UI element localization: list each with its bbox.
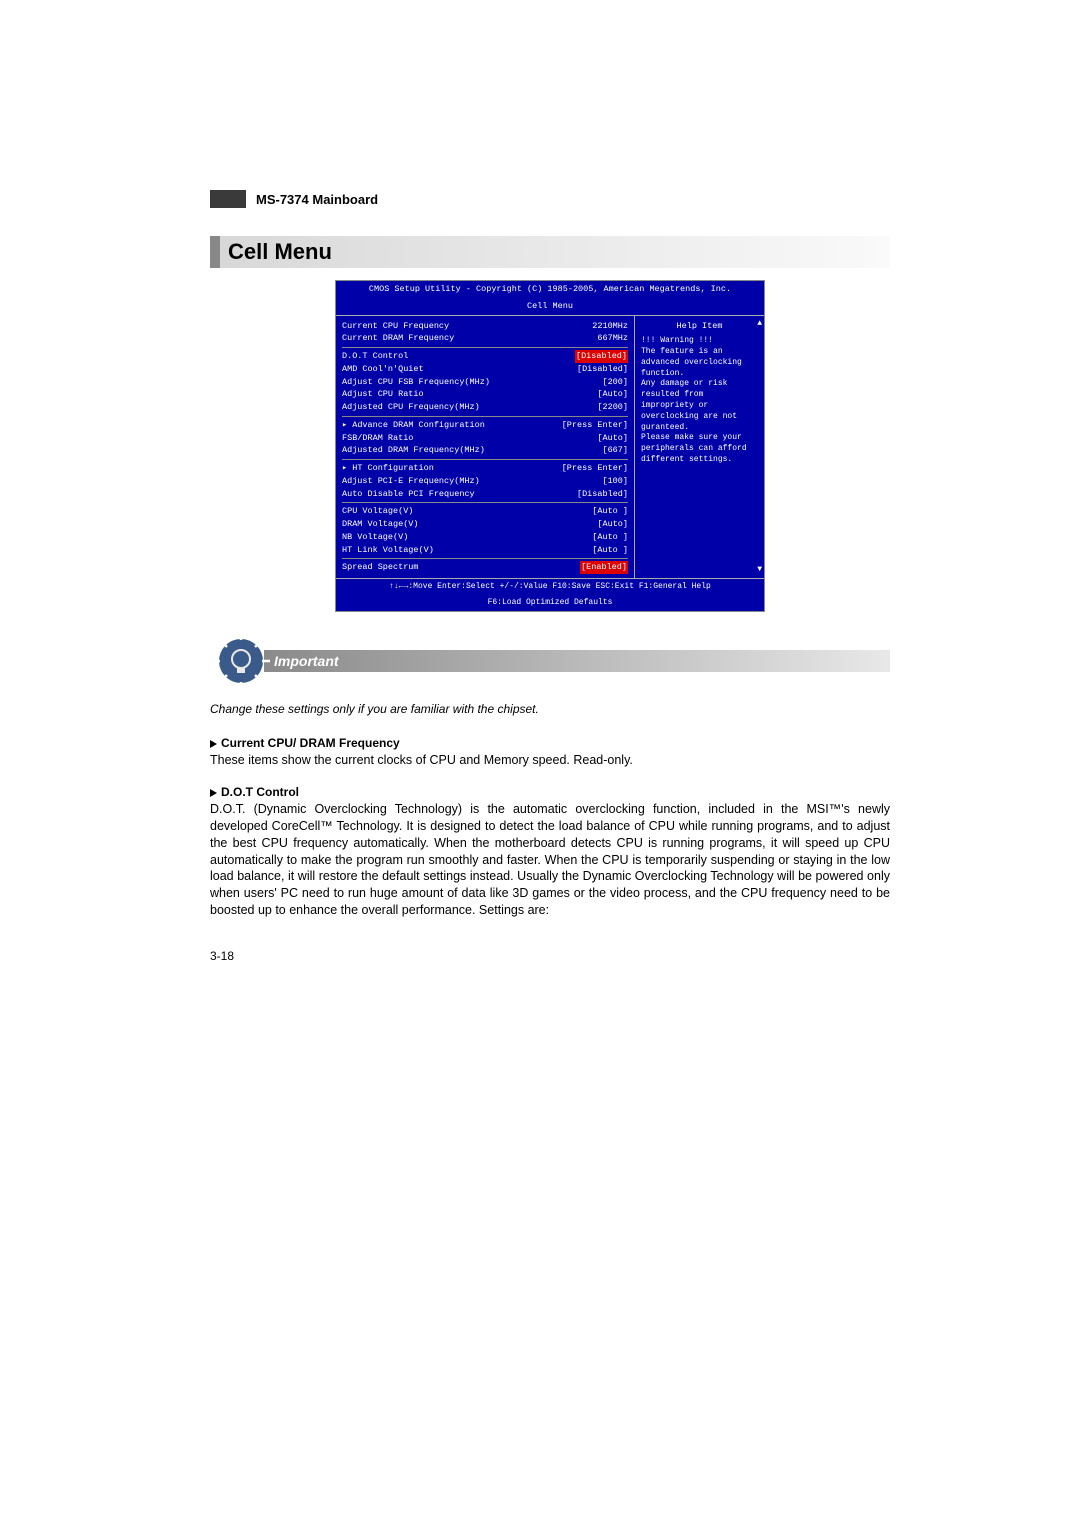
bios-setting-label: Adjust PCI-E Frequency(MHz)	[342, 475, 480, 488]
section-title: Cell Menu	[228, 239, 332, 265]
bios-left-panel: Current CPU Frequency2210MHzCurrent DRAM…	[336, 316, 634, 579]
bios-separator	[342, 558, 628, 559]
section-title-bar: Cell Menu	[220, 236, 890, 268]
bios-help-header: Help Item	[641, 320, 758, 333]
bios-setting-label: DRAM Voltage(V)	[342, 518, 419, 531]
bios-setting-row: Current CPU Frequency 2210MHz	[342, 320, 628, 333]
scroll-up-icon: ▲	[757, 318, 762, 330]
bios-setting-value: [Press Enter]	[562, 462, 628, 475]
bios-separator	[342, 416, 628, 417]
bios-setting-row: FSB/DRAM Ratio [Auto]	[342, 432, 628, 445]
bios-setting-value: 2210MHz	[592, 320, 628, 333]
bios-setting-label: ▸ Advance DRAM Configuration	[342, 419, 485, 432]
bios-setting-value: [Disabled]	[575, 350, 628, 363]
bios-setting-row: Spread Spectrum [Enabled]	[342, 561, 628, 574]
bios-separator	[342, 502, 628, 503]
bios-setting-value: [Disabled]	[577, 363, 628, 376]
bios-setting-label: Adjusted DRAM Frequency(MHz)	[342, 444, 485, 457]
bios-setting-label: HT Link Voltage(V)	[342, 544, 434, 557]
bios-setting-row: NB Voltage(V) [Auto ]	[342, 531, 628, 544]
bios-setting-label: D.O.T Control	[342, 350, 408, 363]
bios-setting-value: [667]	[602, 444, 628, 457]
item-heading: D.O.T Control	[210, 785, 890, 799]
section-title-block-icon	[210, 236, 220, 268]
bios-setting-label: AMD Cool'n'Quiet	[342, 363, 424, 376]
bios-setting-value: [Auto]	[597, 432, 628, 445]
header-bar: MS-7374 Mainboard	[210, 190, 890, 208]
bios-setting-label: Adjust CPU FSB Frequency(MHz)	[342, 376, 490, 389]
bios-setting-row: Adjusted CPU Frequency(MHz) [2200]	[342, 401, 628, 414]
bios-help-panel: ▲ Help Item !!! Warning !!!The feature i…	[634, 316, 764, 579]
bios-setting-value: [Enabled]	[580, 561, 628, 574]
item-body: D.O.T. (Dynamic Overclocking Technology)…	[210, 801, 890, 919]
bios-setting-row: ▸ Advance DRAM Configuration [Press Enter…	[342, 419, 628, 432]
bios-setting-label: Auto Disable PCI Frequency	[342, 488, 475, 501]
bios-setting-value: [Press Enter]	[562, 419, 628, 432]
bios-setting-label: FSB/DRAM Ratio	[342, 432, 413, 445]
item-heading: Current CPU/ DRAM Frequency	[210, 736, 890, 750]
bios-setting-label: Current DRAM Frequency	[342, 332, 454, 345]
bios-setting-value: [200]	[602, 376, 628, 389]
bios-setting-row: ▸ HT Configuration [Press Enter]	[342, 462, 628, 475]
bios-separator	[342, 459, 628, 460]
scroll-down-icon: ▼	[757, 564, 762, 576]
item-heading-text: D.O.T Control	[221, 785, 299, 799]
bios-setting-value: 667MHz	[597, 332, 628, 345]
bios-setting-label: NB Voltage(V)	[342, 531, 408, 544]
bios-setting-label: ▸ HT Configuration	[342, 462, 434, 475]
bios-setting-row: CPU Voltage(V) [Auto ]	[342, 505, 628, 518]
section-title-row: Cell Menu	[210, 236, 890, 268]
bios-setting-label: CPU Voltage(V)	[342, 505, 413, 518]
bios-setting-row: D.O.T Control [Disabled]	[342, 350, 628, 363]
bios-setting-value: [Auto ]	[592, 531, 628, 544]
bios-setting-row: Current DRAM Frequency 667MHz	[342, 332, 628, 345]
header-block-icon	[210, 190, 246, 208]
header-title: MS-7374 Mainboard	[256, 192, 378, 207]
bios-setting-row: AMD Cool'n'Quiet [Disabled]	[342, 363, 628, 376]
bios-setting-label: Adjusted CPU Frequency(MHz)	[342, 401, 480, 414]
bios-setting-row: Adjust PCI-E Frequency(MHz) [100]	[342, 475, 628, 488]
bios-setting-row: Adjusted DRAM Frequency(MHz) [667]	[342, 444, 628, 457]
triangle-icon	[210, 789, 217, 797]
bios-screenshot: CMOS Setup Utility - Copyright (C) 1985-…	[335, 280, 765, 612]
bios-setting-value: [Auto ]	[592, 505, 628, 518]
bios-setting-value: [100]	[602, 475, 628, 488]
bios-footer-line2: F6:Load Optimized Defaults	[336, 595, 764, 611]
bios-title-line1: CMOS Setup Utility - Copyright (C) 1985-…	[336, 281, 764, 298]
item-body: These items show the current clocks of C…	[210, 752, 890, 769]
bios-title-line2: Cell Menu	[336, 298, 764, 315]
important-note: Change these settings only if you are fa…	[210, 702, 890, 716]
bios-setting-value: [Auto]	[597, 388, 628, 401]
bios-setting-label: Adjust CPU Ratio	[342, 388, 424, 401]
bios-setting-value: [Disabled]	[577, 488, 628, 501]
bios-setting-row: DRAM Voltage(V) [Auto]	[342, 518, 628, 531]
page-number: 3-18	[210, 949, 890, 963]
bios-separator	[342, 347, 628, 348]
bios-help-text: !!! Warning !!!The feature is an advance…	[641, 336, 758, 466]
bios-setting-value: [2200]	[597, 401, 628, 414]
bios-setting-row: Auto Disable PCI Frequency [Disabled]	[342, 488, 628, 501]
important-label: Important	[274, 653, 339, 669]
important-row: Important	[210, 630, 890, 692]
bios-setting-row: Adjust CPU FSB Frequency(MHz) [200]	[342, 376, 628, 389]
item-heading-text: Current CPU/ DRAM Frequency	[221, 736, 400, 750]
bios-setting-row: Adjust CPU Ratio [Auto]	[342, 388, 628, 401]
bios-setting-value: [Auto]	[597, 518, 628, 531]
bios-footer-line1: ↑↓←→:Move Enter:Select +/-/:Value F10:Sa…	[336, 579, 764, 595]
document-page: MS-7374 Mainboard Cell Menu CMOS Setup U…	[210, 190, 890, 963]
triangle-icon	[210, 740, 217, 748]
bios-setting-row: HT Link Voltage(V) [Auto ]	[342, 544, 628, 557]
important-bar: Important	[264, 650, 890, 672]
bios-setting-value: [Auto ]	[592, 544, 628, 557]
bios-setting-label: Current CPU Frequency	[342, 320, 449, 333]
lightbulb-icon	[210, 630, 272, 692]
bios-setting-label: Spread Spectrum	[342, 561, 419, 574]
